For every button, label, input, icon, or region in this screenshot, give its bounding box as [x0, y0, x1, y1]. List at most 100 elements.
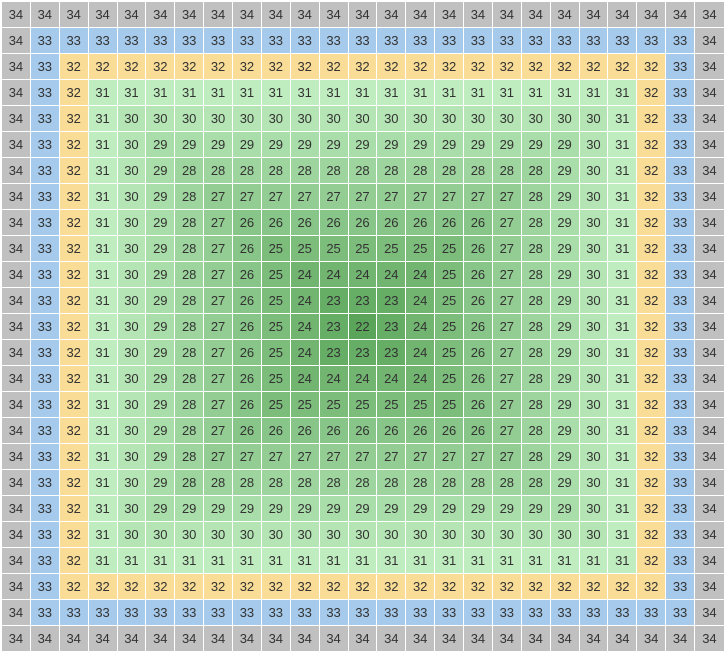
heatmap-cell: 32: [146, 574, 175, 600]
heatmap-cell: 31: [608, 444, 637, 470]
heatmap-cell: 33: [175, 28, 204, 54]
heatmap-cell: 25: [320, 236, 349, 262]
heatmap-cell: 27: [320, 184, 349, 210]
heatmap-cell: 32: [637, 54, 666, 80]
heatmap-cell: 24: [406, 288, 435, 314]
heatmap-cell: 31: [204, 548, 233, 574]
heatmap-cell: 32: [320, 54, 349, 80]
heatmap-cell: 30: [580, 106, 609, 132]
heatmap-cell: 26: [464, 366, 493, 392]
heatmap-cell: 34: [551, 2, 580, 28]
heatmap-cell: 29: [146, 444, 175, 470]
heatmap-cell: 27: [262, 444, 291, 470]
heatmap-cell: 33: [493, 600, 522, 626]
heatmap-cell: 26: [233, 210, 262, 236]
heatmap-cell: 23: [377, 340, 406, 366]
heatmap-cell: 26: [233, 314, 262, 340]
heatmap-cell: 30: [406, 106, 435, 132]
heatmap-cell: 27: [204, 288, 233, 314]
heatmap-cell: 29: [551, 496, 580, 522]
heatmap-cell: 31: [608, 288, 637, 314]
heatmap-cell: 34: [695, 80, 724, 106]
heatmap-cell: 26: [233, 392, 262, 418]
heatmap-cell: 32: [291, 574, 320, 600]
heatmap-cell: 33: [175, 600, 204, 626]
heatmap-cell: 34: [204, 2, 233, 28]
heatmap-cell: 32: [637, 158, 666, 184]
heatmap-cell: 33: [666, 418, 695, 444]
heatmap-cell: 34: [2, 288, 31, 314]
heatmap-cell: 33: [118, 28, 147, 54]
heatmap-cell: 34: [2, 392, 31, 418]
heatmap-cell: 33: [31, 496, 60, 522]
heatmap-cell: 31: [522, 548, 551, 574]
heatmap-cell: 30: [464, 106, 493, 132]
heatmap-cell: 26: [377, 210, 406, 236]
heatmap-cell: 29: [320, 496, 349, 522]
heatmap-cell: 29: [551, 314, 580, 340]
heatmap-cell: 25: [262, 236, 291, 262]
heatmap-cell: 31: [320, 80, 349, 106]
heatmap-cell: 33: [666, 80, 695, 106]
heatmap-cell: 32: [262, 54, 291, 80]
heatmap-cell: 25: [349, 392, 378, 418]
heatmap-cell: 34: [89, 2, 118, 28]
heatmap-cell: 29: [146, 132, 175, 158]
heatmap-cell: 26: [233, 262, 262, 288]
heatmap-cell: 28: [175, 288, 204, 314]
heatmap-cell: 33: [666, 574, 695, 600]
heatmap-cell: 34: [522, 626, 551, 652]
heatmap-cell: 29: [551, 470, 580, 496]
heatmap-cell: 33: [31, 54, 60, 80]
heatmap-cell: 28: [175, 366, 204, 392]
heatmap-cell: 33: [146, 600, 175, 626]
heatmap-cell: 32: [60, 522, 89, 548]
heatmap-cell: 32: [349, 574, 378, 600]
heatmap-cell: 30: [118, 210, 147, 236]
heatmap-row: 3433333333333333333333333333333333333333…: [2, 600, 724, 626]
heatmap-cell: 30: [551, 522, 580, 548]
heatmap-cell: 31: [89, 80, 118, 106]
heatmap-cell: 34: [666, 626, 695, 652]
heatmap-cell: 31: [89, 210, 118, 236]
heatmap-cell: 33: [666, 54, 695, 80]
heatmap-cell: 32: [522, 574, 551, 600]
heatmap-cell: 27: [291, 184, 320, 210]
heatmap-cell: 28: [522, 184, 551, 210]
heatmap-cell: 28: [377, 470, 406, 496]
heatmap-cell: 29: [262, 132, 291, 158]
heatmap-cell: 33: [666, 392, 695, 418]
heatmap-cell: 32: [637, 470, 666, 496]
heatmap-cell: 27: [204, 236, 233, 262]
heatmap-cell: 28: [435, 158, 464, 184]
heatmap-row: 3433323130292827272727272727272727272829…: [2, 184, 724, 210]
heatmap-cell: 30: [580, 210, 609, 236]
heatmap-cell: 34: [464, 2, 493, 28]
heatmap-cell: 28: [175, 184, 204, 210]
heatmap-cell: 29: [493, 132, 522, 158]
heatmap-cell: 27: [493, 262, 522, 288]
heatmap-cell: 24: [291, 288, 320, 314]
heatmap-cell: 25: [377, 236, 406, 262]
heatmap-cell: 34: [291, 2, 320, 28]
heatmap-cell: 33: [31, 106, 60, 132]
heatmap-cell: 26: [464, 262, 493, 288]
heatmap-cell: 33: [435, 28, 464, 54]
heatmap-cell: 33: [60, 28, 89, 54]
heatmap-cell: 34: [695, 210, 724, 236]
heatmap-row: 3433333333333333333333333333333333333333…: [2, 28, 724, 54]
heatmap-cell: 31: [175, 548, 204, 574]
heatmap-cell: 27: [493, 418, 522, 444]
heatmap-cell: 29: [406, 132, 435, 158]
heatmap-cell: 34: [2, 366, 31, 392]
heatmap-cell: 31: [377, 548, 406, 574]
heatmap-cell: 32: [637, 548, 666, 574]
heatmap-cell: 31: [89, 158, 118, 184]
heatmap-cell: 31: [608, 548, 637, 574]
heatmap-cell: 28: [175, 210, 204, 236]
heatmap-cell: 30: [291, 106, 320, 132]
heatmap-cell: 29: [522, 496, 551, 522]
heatmap-cell: 28: [464, 470, 493, 496]
heatmap-row: 3433323130292929292929292929292929292929…: [2, 132, 724, 158]
heatmap-cell: 34: [695, 262, 724, 288]
